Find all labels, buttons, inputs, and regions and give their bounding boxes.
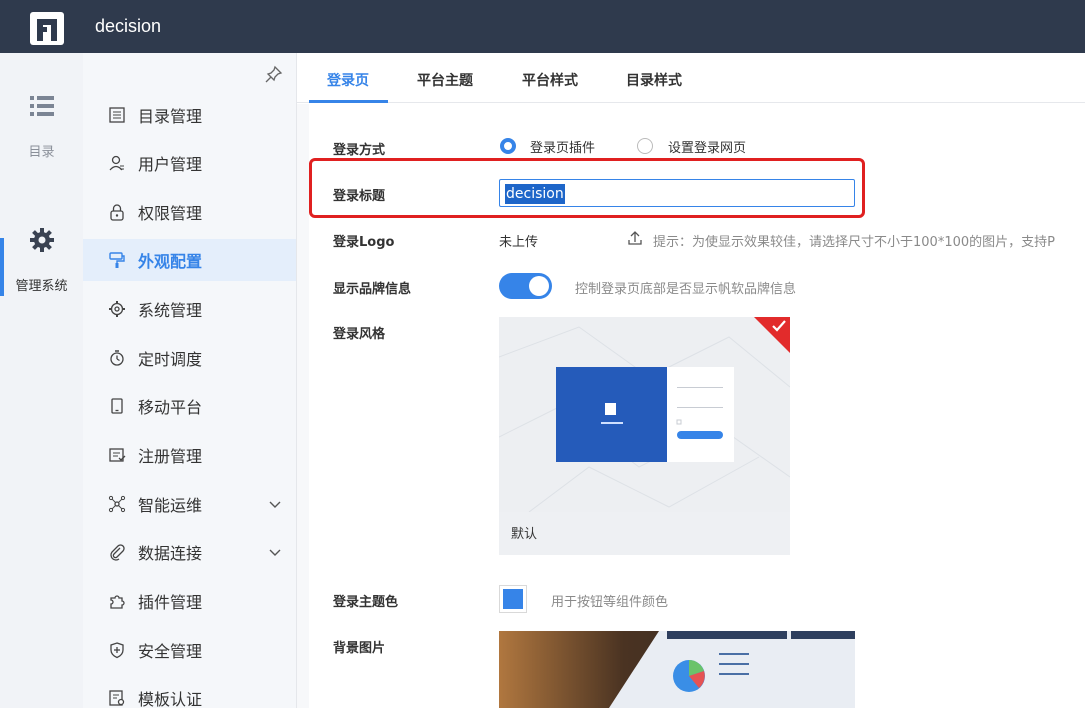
radio-custom-login-page-label[interactable]: 设置登录网页 <box>668 137 746 156</box>
main-content: 登录方式 登录页插件 设置登录网页 登录标题 decision 登录Logo 未… <box>297 104 1085 708</box>
sidebar-item-label: 权限管理 <box>138 204 203 223</box>
sidebar-item-label: 模板认证 <box>138 690 203 709</box>
sidebar-item-register[interactable]: 注册管理 <box>83 434 296 476</box>
sidebar-item-ops[interactable]: 智能运维 <box>83 483 296 525</box>
register-icon <box>107 445 127 465</box>
network-icon <box>107 494 127 514</box>
sidebar-item-system[interactable]: 系统管理 <box>83 288 296 330</box>
theme-color-picker[interactable] <box>499 585 527 613</box>
sidebar-item-label: 移动平台 <box>138 398 203 417</box>
settings-panel: 登录方式 登录页插件 设置登录网页 登录标题 decision 登录Logo 未… <box>309 104 1085 708</box>
rail-item-label: 管理系统 <box>15 279 68 294</box>
certificate-icon <box>107 688 127 708</box>
list-icon <box>29 96 54 116</box>
radio-login-plugin-label[interactable]: 登录页插件 <box>530 137 595 156</box>
top-bar: decision <box>0 0 1085 53</box>
login-method-label: 登录方式 <box>333 143 386 158</box>
login-style-label: 登录风格 <box>333 327 386 342</box>
sidebar-item-label: 系统管理 <box>138 301 203 320</box>
brand-info-hint: 控制登录页底部是否显示帆软品牌信息 <box>575 282 797 297</box>
login-style-card[interactable]: 默认 <box>499 317 790 555</box>
sidebar-item-label: 注册管理 <box>138 447 203 466</box>
chevron-down-icon[interactable] <box>268 545 282 559</box>
sidebar-item-data-connection[interactable]: 数据连接 <box>83 531 296 573</box>
background-preview-image <box>499 631 855 708</box>
brand-info-label: 显示品牌信息 <box>333 282 412 297</box>
app-logo <box>30 12 64 45</box>
rail-item-label: 目录 <box>28 145 55 160</box>
app-name: decision <box>95 16 162 36</box>
sidebar-item-label: 数据连接 <box>138 544 203 563</box>
sidebar-item-label: 插件管理 <box>138 593 203 612</box>
sidebar-item-template-cert[interactable]: 模板认证 <box>83 677 296 719</box>
gear-icon <box>107 299 127 319</box>
sidebar-item-label: 外观配置 <box>138 252 203 271</box>
radio-login-plugin[interactable] <box>500 138 516 154</box>
timer-icon <box>107 348 127 368</box>
sidebar-item-label: 智能运维 <box>138 496 203 515</box>
chevron-down-icon[interactable] <box>268 497 282 511</box>
sidebar-item-label: 用户管理 <box>138 155 203 174</box>
gear-icon <box>29 228 54 252</box>
lock-icon <box>107 202 127 222</box>
login-logo-label: 登录Logo <box>333 235 395 250</box>
background-label: 背景图片 <box>333 641 386 656</box>
user-icon <box>107 153 127 173</box>
sidebar-item-label: 安全管理 <box>138 642 203 661</box>
toggle-knob <box>529 276 549 296</box>
brush-icon <box>107 250 127 270</box>
brand-info-toggle[interactable] <box>499 273 552 299</box>
theme-color-hint: 用于按钮等组件颜色 <box>551 595 669 610</box>
left-rail: 目录 管理系统 <box>0 53 83 708</box>
sidebar-item-label: 目录管理 <box>138 107 203 126</box>
pin-icon[interactable] <box>265 65 283 83</box>
sidebar-item-plugins[interactable]: 插件管理 <box>83 580 296 622</box>
sidebar-item-users[interactable]: 用户管理 <box>83 142 296 184</box>
login-title-value: decision <box>505 184 565 204</box>
background-image-card[interactable] <box>499 631 855 708</box>
paperclip-icon <box>107 542 127 562</box>
sidebar-item-catalog[interactable]: 目录管理 <box>83 94 296 136</box>
catalog-icon <box>107 105 127 125</box>
tab-platform-style[interactable]: 平台样式 <box>522 70 578 90</box>
sidebar-item-appearance[interactable]: 外观配置 <box>83 239 296 281</box>
tab-bar: 登录页 平台主题 平台样式 目录样式 <box>297 53 1085 103</box>
rail-item-management[interactable]: 管理系统 <box>0 227 83 294</box>
sidebar-item-schedule[interactable]: 定时调度 <box>83 337 296 379</box>
theme-color-fill <box>503 589 523 609</box>
logo-hint: 提示：为使显示效果较佳，请选择尺寸不小于100*100的图片，支持P <box>653 235 1055 250</box>
sidebar-item-security[interactable]: 安全管理 <box>83 629 296 671</box>
sidebar-item-label: 定时调度 <box>138 350 203 369</box>
shield-icon <box>107 640 127 660</box>
check-icon <box>772 320 786 332</box>
theme-color-label: 登录主题色 <box>333 595 399 610</box>
logo-status: 未上传 <box>499 235 539 250</box>
sidebar: 目录管理 用户管理 权限管理 外观配置 系统管理 定时调度 移动平台 注册管理 … <box>83 53 297 709</box>
tab-platform-theme[interactable]: 平台主题 <box>417 70 473 90</box>
login-preview-image <box>499 326 790 512</box>
upload-icon[interactable] <box>627 230 643 246</box>
sidebar-item-permissions[interactable]: 权限管理 <box>83 191 296 233</box>
puzzle-icon <box>107 591 127 611</box>
style-caption: 默认 <box>511 527 538 542</box>
rail-item-catalog[interactable]: 目录 <box>0 95 83 160</box>
mobile-icon <box>107 396 127 416</box>
active-tab-indicator <box>309 100 388 103</box>
tab-catalog-style[interactable]: 目录样式 <box>626 70 682 90</box>
login-title-label: 登录标题 <box>333 189 386 204</box>
radio-custom-login-page[interactable] <box>637 138 653 154</box>
tab-login-page[interactable]: 登录页 <box>327 70 369 90</box>
login-title-input[interactable]: decision <box>499 179 855 207</box>
style-preview <box>499 317 790 512</box>
sidebar-item-mobile[interactable]: 移动平台 <box>83 385 296 427</box>
